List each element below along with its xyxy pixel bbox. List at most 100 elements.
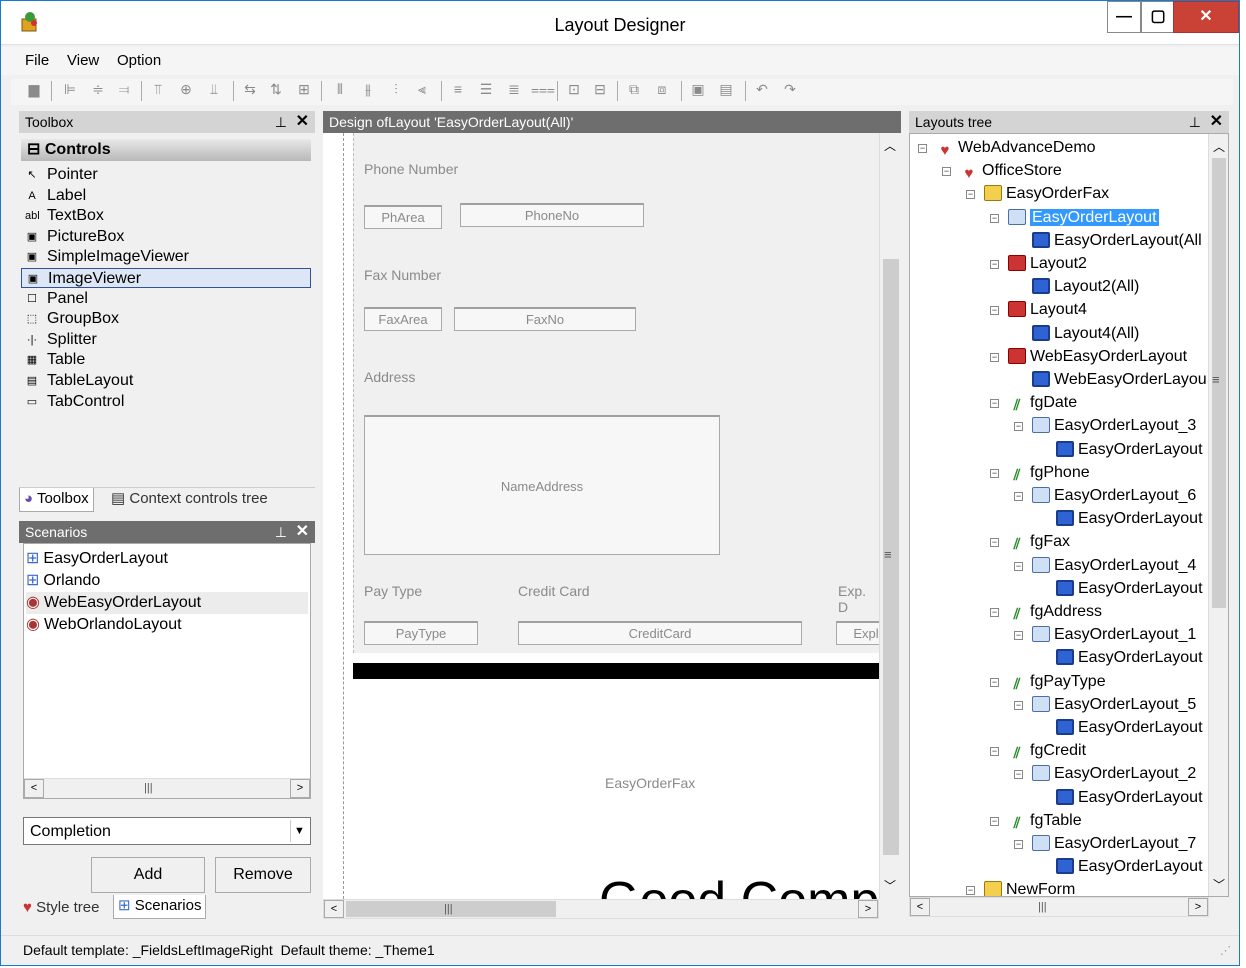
tree-item[interactable]: EasyOrderLayout_3 bbox=[1032, 415, 1196, 437]
tree-collapse-icon[interactable]: − bbox=[1014, 631, 1023, 641]
scenario-item[interactable]: ⊞ Orlando bbox=[26, 570, 308, 592]
faxarea-field[interactable]: FaxArea bbox=[364, 307, 442, 331]
tree-item[interactable]: ⫽ fgDate bbox=[1008, 392, 1078, 414]
address-label[interactable]: Address bbox=[364, 369, 415, 385]
tree-item[interactable]: EasyOrderLayout_6 bbox=[1032, 485, 1196, 507]
toolbox-item-panel[interactable]: ☐ Panel bbox=[27, 289, 88, 309]
tb-vspace-equal-icon[interactable]: ≡ bbox=[449, 81, 467, 101]
toolbox-item-picturebox[interactable]: ▣ PictureBox bbox=[27, 227, 125, 247]
tree-collapse-icon[interactable]: − bbox=[990, 747, 999, 757]
tb-send-back-icon[interactable]: ⧈ bbox=[653, 81, 671, 101]
phone-number-label[interactable]: Phone Number bbox=[364, 161, 458, 177]
tree-item[interactable]: EasyOrderLayout_7 bbox=[1032, 833, 1196, 855]
exp-date-label[interactable]: Exp. D bbox=[838, 583, 879, 615]
scroll-right-icon[interactable]: > bbox=[1188, 898, 1208, 916]
nameaddress-field[interactable]: NameAddress bbox=[364, 415, 720, 555]
easyorderfax-image[interactable]: EasyOrderFax Good Comp bbox=[353, 679, 879, 899]
tree-collapse-icon[interactable]: − bbox=[990, 306, 999, 316]
tb-align-top-icon[interactable]: ⫪ bbox=[149, 81, 167, 101]
tree-collapse-icon[interactable]: − bbox=[990, 677, 999, 687]
tree-item[interactable]: EasyOrderLayout bbox=[1008, 207, 1159, 229]
tree-item[interactable]: ⫽ fgCredit bbox=[1008, 740, 1086, 762]
tree-collapse-icon[interactable]: − bbox=[1014, 492, 1023, 501]
tree-item[interactable]: EasyOrderLayout_5 bbox=[1032, 694, 1196, 716]
tree-collapse-icon[interactable]: − bbox=[990, 213, 999, 223]
tb-vspace-inc-icon[interactable]: ☰ bbox=[477, 81, 495, 101]
tree-item[interactable]: ⫽ fgPhone bbox=[1008, 462, 1090, 484]
tab-scenarios[interactable]: ⊞ Scenarios bbox=[113, 895, 207, 919]
tree-item[interactable]: EasyOrderLayout_2 bbox=[1032, 763, 1196, 785]
tree-item[interactable]: EasyOrderLayout bbox=[1056, 856, 1203, 878]
toolbox-item-label[interactable]: A Label bbox=[28, 186, 86, 206]
tree-collapse-icon[interactable]: − bbox=[990, 399, 999, 409]
tb-center-v-icon[interactable]: ⊟ bbox=[591, 81, 609, 101]
close-toolbox-icon[interactable]: ✕ bbox=[296, 111, 309, 133]
pin-icon[interactable]: ⊥ bbox=[275, 111, 287, 133]
tree-collapse-icon[interactable]: − bbox=[966, 190, 975, 200]
toolbox-item-groupbox[interactable]: ⬚ GroupBox bbox=[27, 309, 119, 329]
tb-hspace-equal-icon[interactable]: ⫴ bbox=[331, 81, 349, 101]
tree-collapse-icon[interactable]: − bbox=[918, 144, 927, 153]
tree-item[interactable]: EasyOrderLayout bbox=[1056, 717, 1203, 739]
close-button[interactable]: ✕ bbox=[1173, 1, 1239, 33]
tree-item[interactable]: ⫽ fgAddress bbox=[1008, 601, 1102, 623]
tree-item[interactable]: ⫽ fgFax bbox=[1008, 531, 1070, 553]
tree-item[interactable]: Layout4(All) bbox=[1032, 323, 1139, 345]
tree-collapse-icon[interactable]: − bbox=[1014, 422, 1023, 432]
tree-item[interactable]: WebEasyOrderLayout bbox=[1008, 346, 1187, 368]
tree-collapse-icon[interactable]: − bbox=[990, 468, 999, 478]
scroll-up-icon[interactable]: ︿ bbox=[884, 137, 896, 154]
tree-item[interactable]: EasyOrderFax bbox=[984, 183, 1109, 205]
menu-view[interactable]: View bbox=[67, 52, 99, 69]
tree-item[interactable]: Layout2(All) bbox=[1032, 276, 1139, 298]
tree-collapse-icon[interactable]: − bbox=[990, 608, 999, 617]
tb-center-h-icon[interactable]: ⊡ bbox=[565, 81, 583, 101]
credit-card-label[interactable]: Credit Card bbox=[518, 583, 590, 599]
scenario-item[interactable]: ⊞ EasyOrderLayout bbox=[26, 548, 308, 570]
tree-collapse-icon[interactable]: − bbox=[942, 167, 951, 177]
close-layouts-tree-icon[interactable]: ✕ bbox=[1210, 111, 1223, 133]
menu-option[interactable]: Option bbox=[117, 52, 161, 69]
scroll-right-icon[interactable]: > bbox=[858, 900, 878, 918]
scenario-item[interactable]: ◉ WebOrlandoLayout bbox=[26, 614, 308, 636]
toolbox-item-tabcontrol[interactable]: ▭ TabControl bbox=[27, 392, 125, 412]
tb-lock-icon[interactable]: ▣ bbox=[689, 81, 707, 101]
design-hscrollbar[interactable]: < ||| > bbox=[323, 899, 879, 919]
tb-bring-front-icon[interactable]: ⧉ bbox=[625, 81, 643, 101]
tab-toolbox[interactable]: ◕ Toolbox bbox=[19, 488, 94, 512]
scroll-down-icon[interactable]: ﹀ bbox=[1213, 876, 1225, 893]
tb-hspace-remove-icon[interactable]: ⫷ bbox=[413, 81, 431, 101]
design-vscrollbar[interactable]: ︿ ≡ ﹀ bbox=[879, 133, 901, 899]
creditcard-field[interactable]: CreditCard bbox=[518, 621, 802, 645]
tree-item[interactable]: EasyOrderLayout bbox=[1056, 578, 1203, 600]
close-scenarios-icon[interactable]: ✕ bbox=[296, 521, 309, 543]
collapse-icon[interactable]: ⊟ bbox=[27, 141, 40, 158]
scenario-item[interactable]: ◉ WebEasyOrderLayout bbox=[26, 592, 308, 614]
design-form-area[interactable]: Phone Number PhArea PhoneNo Fax Number F… bbox=[353, 133, 896, 653]
layouts-tree-view[interactable]: − ♥ WebAdvanceDemo − ♥ OfficeStore − EasyOrderF… bbox=[909, 133, 1229, 897]
phoneno-field[interactable]: PhoneNo bbox=[460, 203, 644, 227]
tb-same-size-icon[interactable]: ⊞ bbox=[295, 81, 313, 101]
scroll-left-icon[interactable]: < bbox=[324, 900, 344, 918]
tab-context-controls-tree[interactable]: ▤ Context controls tree bbox=[107, 488, 272, 512]
design-surface[interactable]: Phone Number PhArea PhoneNo Fax Number F… bbox=[323, 133, 901, 899]
tree-item[interactable]: NewForm bbox=[984, 879, 1075, 896]
tree-hscrollbar[interactable]: < ||| > bbox=[909, 897, 1209, 917]
tree-collapse-icon[interactable]: − bbox=[1014, 700, 1023, 710]
toolbox-item-simpleimageviewer[interactable]: ▣ SimpleImageViewer bbox=[27, 247, 189, 267]
tree-vscrollbar[interactable]: ︿ ≡ ﹀ bbox=[1208, 134, 1228, 896]
tree-item[interactable]: EasyOrderLayout bbox=[1056, 787, 1203, 809]
paytype-field[interactable]: PayType bbox=[364, 621, 478, 645]
toolbox-item-textbox[interactable]: abl TextBox bbox=[25, 206, 104, 226]
resize-grip-icon[interactable]: ⋰ bbox=[1220, 944, 1231, 957]
tree-item[interactable]: EasyOrderLayout bbox=[1056, 508, 1203, 530]
tree-collapse-icon[interactable]: − bbox=[990, 816, 999, 826]
scroll-down-icon[interactable]: ﹀ bbox=[884, 877, 896, 894]
toolbox-item-table[interactable]: ▦ Table bbox=[27, 350, 85, 370]
scroll-up-icon[interactable]: ︿ bbox=[1213, 138, 1225, 155]
toolbox-item-splitter[interactable]: ·|· Splitter bbox=[27, 330, 97, 350]
tb-hspace-inc-icon[interactable]: ⫵ bbox=[359, 81, 377, 101]
scroll-left-icon[interactable]: < bbox=[24, 779, 44, 798]
tree-item[interactable]: WebEasyOrderLayou bbox=[1032, 369, 1207, 391]
tb-same-width-icon[interactable]: ⇆ bbox=[241, 81, 259, 101]
